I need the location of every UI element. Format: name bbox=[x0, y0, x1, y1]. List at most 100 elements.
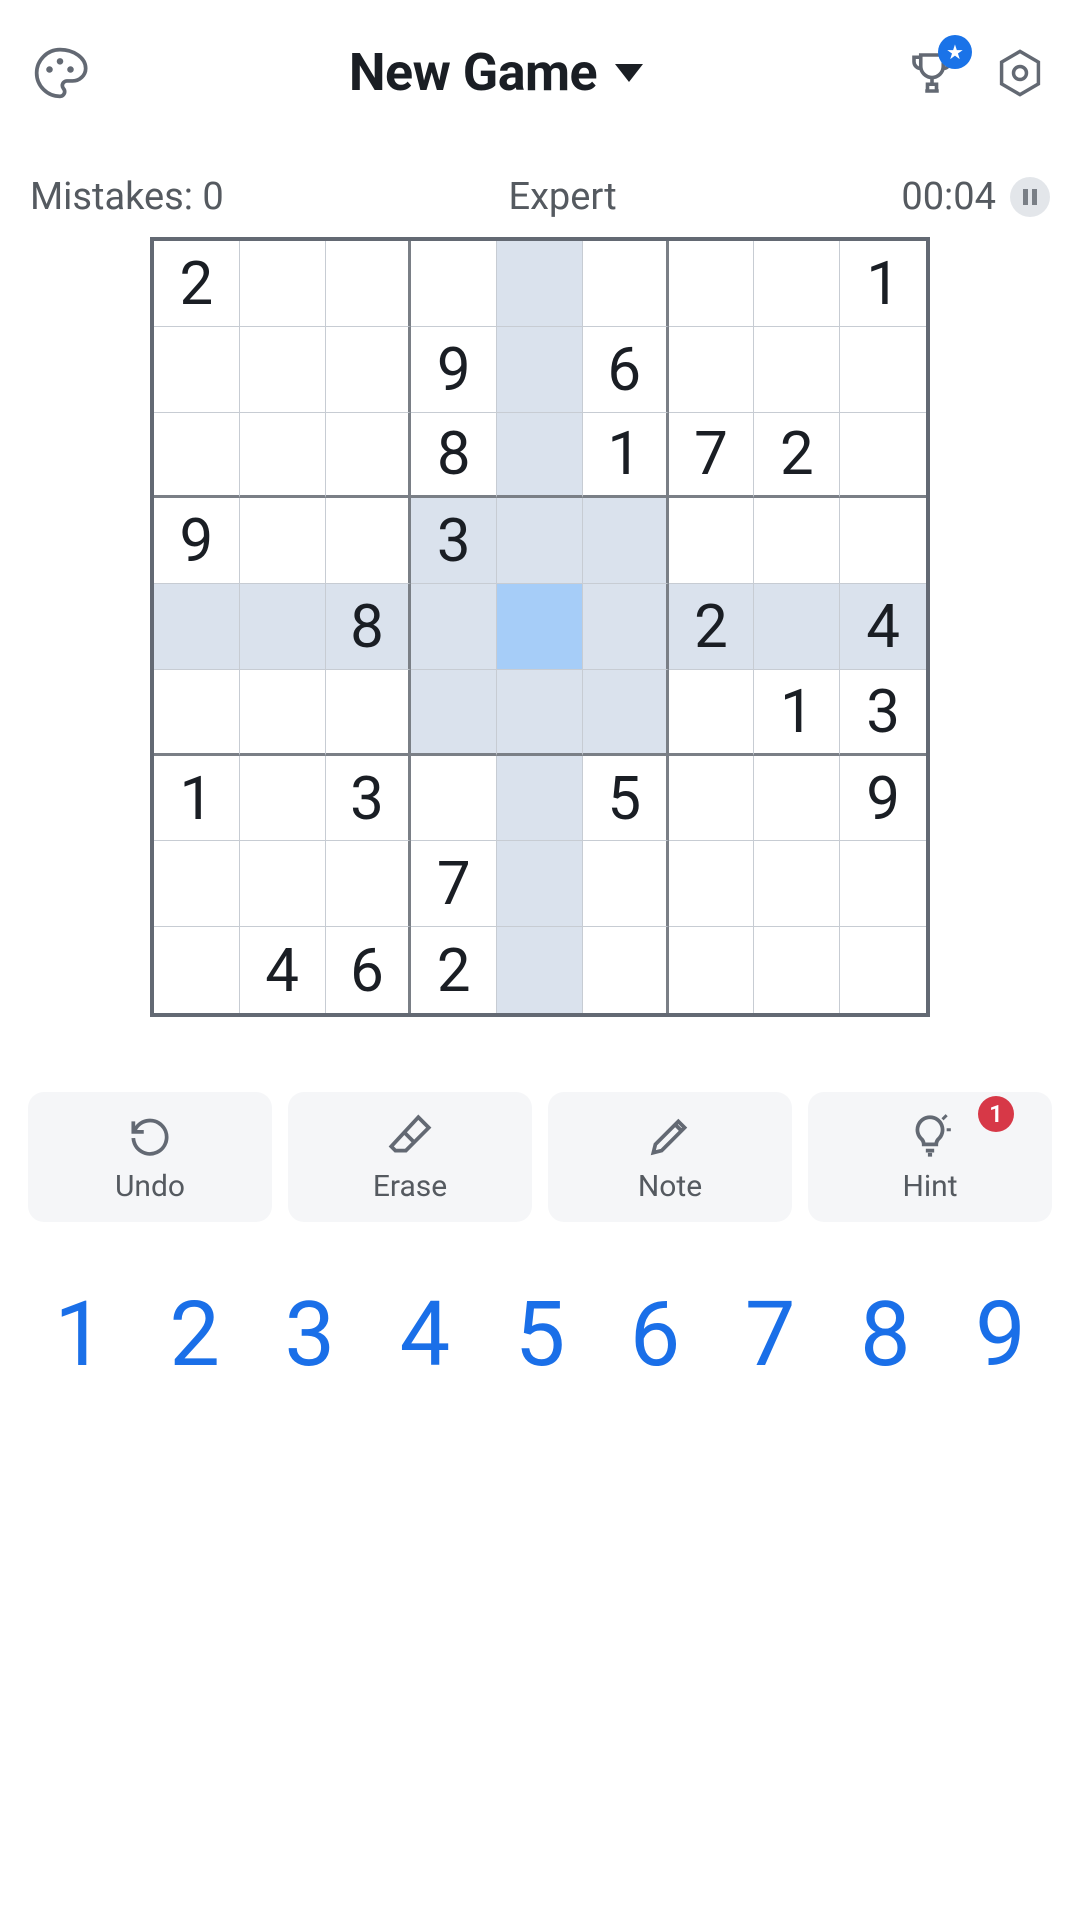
sudoku-cell[interactable] bbox=[497, 756, 583, 842]
palette-button[interactable] bbox=[30, 43, 90, 103]
sudoku-cell[interactable] bbox=[240, 756, 326, 842]
sudoku-cell[interactable] bbox=[411, 241, 497, 327]
sudoku-cell[interactable]: 6 bbox=[583, 327, 669, 413]
numpad-7[interactable]: 7 bbox=[713, 1282, 828, 1387]
sudoku-cell[interactable] bbox=[840, 841, 926, 927]
sudoku-cell[interactable] bbox=[583, 927, 669, 1013]
sudoku-cell[interactable] bbox=[326, 670, 412, 756]
sudoku-cell[interactable] bbox=[240, 584, 326, 670]
sudoku-cell[interactable] bbox=[754, 327, 840, 413]
undo-button[interactable]: Undo bbox=[28, 1092, 272, 1222]
sudoku-cell[interactable] bbox=[326, 241, 412, 327]
note-button[interactable]: Note bbox=[548, 1092, 792, 1222]
settings-button[interactable] bbox=[990, 43, 1050, 103]
sudoku-cell[interactable] bbox=[583, 584, 669, 670]
sudoku-cell[interactable]: 3 bbox=[326, 756, 412, 842]
sudoku-cell[interactable] bbox=[497, 670, 583, 756]
sudoku-cell[interactable] bbox=[240, 413, 326, 499]
sudoku-cell[interactable] bbox=[583, 498, 669, 584]
erase-button[interactable]: Erase bbox=[288, 1092, 532, 1222]
sudoku-cell[interactable]: 2 bbox=[154, 241, 240, 327]
sudoku-cell[interactable] bbox=[669, 927, 755, 1013]
sudoku-cell[interactable]: 1 bbox=[154, 756, 240, 842]
sudoku-cell[interactable] bbox=[411, 670, 497, 756]
sudoku-cell[interactable] bbox=[669, 756, 755, 842]
sudoku-cell[interactable]: 7 bbox=[669, 413, 755, 499]
numpad-3[interactable]: 3 bbox=[252, 1282, 367, 1387]
sudoku-cell[interactable]: 4 bbox=[240, 927, 326, 1013]
sudoku-cell[interactable] bbox=[497, 413, 583, 499]
sudoku-cell[interactable]: 9 bbox=[840, 756, 926, 842]
sudoku-cell[interactable]: 6 bbox=[326, 927, 412, 1013]
numpad-2[interactable]: 2 bbox=[137, 1282, 252, 1387]
sudoku-cell[interactable] bbox=[411, 584, 497, 670]
numpad-8[interactable]: 8 bbox=[828, 1282, 943, 1387]
sudoku-cell[interactable] bbox=[583, 241, 669, 327]
numpad-1[interactable]: 1 bbox=[22, 1282, 137, 1387]
sudoku-cell[interactable] bbox=[154, 841, 240, 927]
sudoku-cell[interactable] bbox=[497, 498, 583, 584]
new-game-dropdown[interactable]: New Game bbox=[349, 42, 643, 103]
sudoku-cell[interactable]: 3 bbox=[840, 670, 926, 756]
sudoku-cell[interactable] bbox=[754, 241, 840, 327]
sudoku-cell[interactable] bbox=[754, 756, 840, 842]
sudoku-cell[interactable] bbox=[326, 327, 412, 413]
sudoku-cell[interactable] bbox=[497, 584, 583, 670]
sudoku-cell[interactable] bbox=[754, 927, 840, 1013]
sudoku-cell[interactable] bbox=[240, 327, 326, 413]
sudoku-cell[interactable] bbox=[669, 670, 755, 756]
pause-button[interactable] bbox=[1010, 177, 1050, 217]
sudoku-cell[interactable] bbox=[669, 498, 755, 584]
numpad-5[interactable]: 5 bbox=[482, 1282, 597, 1387]
sudoku-cell[interactable] bbox=[840, 327, 926, 413]
sudoku-cell[interactable] bbox=[154, 584, 240, 670]
sudoku-cell[interactable]: 2 bbox=[669, 584, 755, 670]
sudoku-cell[interactable]: 5 bbox=[583, 756, 669, 842]
sudoku-cell[interactable] bbox=[240, 670, 326, 756]
sudoku-cell[interactable]: 9 bbox=[411, 327, 497, 413]
trophy-button[interactable]: ★ bbox=[902, 43, 962, 103]
sudoku-cell[interactable] bbox=[154, 327, 240, 413]
sudoku-cell[interactable] bbox=[240, 841, 326, 927]
numpad-9[interactable]: 9 bbox=[943, 1282, 1058, 1387]
sudoku-cell[interactable]: 2 bbox=[754, 413, 840, 499]
sudoku-cell[interactable]: 3 bbox=[411, 498, 497, 584]
sudoku-cell[interactable] bbox=[583, 841, 669, 927]
sudoku-cell[interactable] bbox=[669, 241, 755, 327]
sudoku-cell[interactable] bbox=[669, 841, 755, 927]
sudoku-cell[interactable] bbox=[840, 413, 926, 499]
sudoku-cell[interactable]: 8 bbox=[326, 584, 412, 670]
sudoku-cell[interactable] bbox=[497, 241, 583, 327]
sudoku-cell[interactable] bbox=[240, 241, 326, 327]
numpad-4[interactable]: 4 bbox=[367, 1282, 482, 1387]
sudoku-cell[interactable] bbox=[754, 584, 840, 670]
sudoku-cell[interactable]: 1 bbox=[840, 241, 926, 327]
sudoku-cell[interactable]: 1 bbox=[754, 670, 840, 756]
sudoku-cell[interactable] bbox=[326, 498, 412, 584]
sudoku-cell[interactable] bbox=[326, 841, 412, 927]
sudoku-cell[interactable] bbox=[326, 413, 412, 499]
sudoku-cell[interactable]: 9 bbox=[154, 498, 240, 584]
sudoku-cell[interactable] bbox=[840, 498, 926, 584]
sudoku-cell[interactable] bbox=[583, 670, 669, 756]
sudoku-cell[interactable]: 2 bbox=[411, 927, 497, 1013]
sudoku-cell[interactable] bbox=[154, 413, 240, 499]
sudoku-cell[interactable] bbox=[497, 327, 583, 413]
sudoku-cell[interactable] bbox=[497, 927, 583, 1013]
sudoku-cell[interactable] bbox=[840, 927, 926, 1013]
sudoku-cell[interactable]: 1 bbox=[583, 413, 669, 499]
sudoku-cell[interactable]: 4 bbox=[840, 584, 926, 670]
hint-button[interactable]: 1 Hint bbox=[808, 1092, 1052, 1222]
numpad-6[interactable]: 6 bbox=[598, 1282, 713, 1387]
sudoku-cell[interactable]: 7 bbox=[411, 841, 497, 927]
sudoku-cell[interactable] bbox=[497, 841, 583, 927]
sudoku-cell[interactable]: 8 bbox=[411, 413, 497, 499]
sudoku-cell[interactable] bbox=[154, 927, 240, 1013]
sudoku-cell[interactable] bbox=[154, 670, 240, 756]
sudoku-cell[interactable] bbox=[754, 498, 840, 584]
sudoku-cell[interactable] bbox=[669, 327, 755, 413]
sudoku-cell[interactable] bbox=[754, 841, 840, 927]
note-icon bbox=[645, 1111, 695, 1161]
sudoku-cell[interactable] bbox=[240, 498, 326, 584]
sudoku-cell[interactable] bbox=[411, 756, 497, 842]
